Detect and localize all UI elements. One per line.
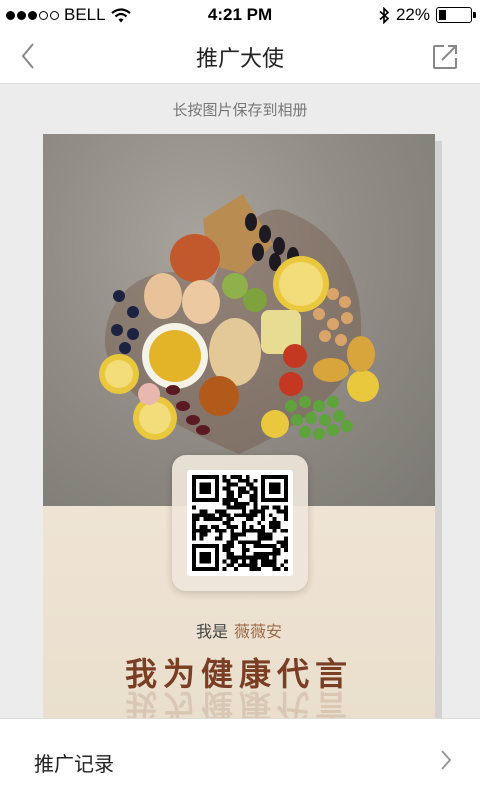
chevron-left-icon	[21, 43, 34, 69]
qr-code	[187, 470, 293, 576]
battery-level-fill	[439, 10, 446, 20]
ambassador-intro: 我是	[195, 622, 228, 641]
status-right: 22%	[379, 5, 476, 25]
share-button[interactable]	[428, 40, 462, 74]
heart-food-illustration	[99, 194, 379, 454]
ambassador-name: 薇薇安	[234, 622, 283, 641]
qr-code-frame	[172, 455, 308, 591]
bluetooth-icon	[379, 6, 390, 24]
poster-food-photo	[43, 134, 435, 506]
status-bar: BELL 4:21 PM 22%	[0, 0, 480, 28]
battery-percent: 22%	[395, 5, 430, 24]
navigation-bar: 推广大使	[0, 28, 480, 84]
chevron-right-icon	[440, 749, 452, 775]
poster-slogan: 我为健康代言	[124, 655, 353, 693]
qr-code-icon	[192, 475, 288, 571]
back-button[interactable]	[10, 38, 46, 74]
promotion-records-row[interactable]: 推广记录	[0, 718, 480, 800]
promotion-records-label: 推广记录	[34, 752, 114, 776]
share-external-icon	[433, 45, 457, 69]
battery-icon	[436, 7, 476, 23]
promotion-poster[interactable]: 我是薇薇安 我为健康代言 我为健康代言	[43, 134, 435, 719]
ambassador-line: 我是 薇薇安	[43, 618, 435, 642]
save-hint: 长按图片保存到相册	[172, 101, 308, 119]
page-title: 推广大使	[195, 47, 284, 72]
